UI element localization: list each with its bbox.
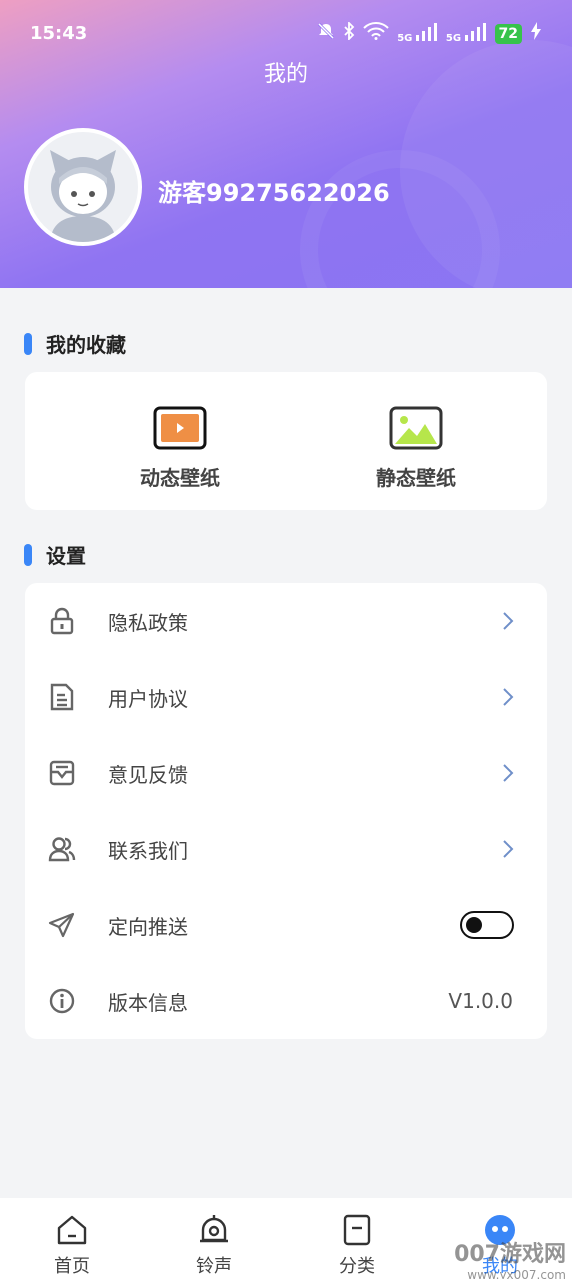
nav-label-ringtones: 铃声	[196, 1256, 232, 1277]
signal-label-1: 5G	[397, 33, 413, 44]
static-wallpaper-button[interactable]: 静态壁纸	[316, 406, 516, 491]
avatar-illustration	[28, 132, 138, 242]
wifi-icon	[363, 22, 389, 45]
users-icon	[47, 834, 77, 864]
settings-item-version: 版本信息 V1.0.0	[25, 963, 547, 1039]
chevron-right-icon	[501, 686, 515, 708]
signal-icon-2: 5G	[446, 23, 487, 44]
static-wallpaper-label: 静态壁纸	[376, 466, 456, 490]
category-icon	[343, 1214, 371, 1246]
document-icon	[47, 682, 77, 712]
settings-item-label: 意见反馈	[108, 762, 188, 787]
live-wallpaper-label: 动态壁纸	[140, 466, 220, 490]
settings-item-label: 隐私政策	[108, 610, 188, 635]
section-accent-bar	[24, 332, 32, 355]
bluetooth-icon	[343, 20, 355, 45]
nav-item-category[interactable]: 分类	[307, 1212, 407, 1278]
watermark: 007游戏网 www.yx007.com	[454, 1236, 566, 1279]
version-value: V1.0.0	[448, 989, 513, 1013]
nav-label-home: 首页	[54, 1256, 90, 1277]
mute-bell-icon	[317, 22, 335, 45]
settings-title-text: 设置	[46, 544, 86, 568]
section-accent-bar	[24, 543, 32, 566]
charging-icon	[530, 22, 542, 45]
nav-label-category: 分类	[339, 1256, 375, 1277]
settings-item-label: 版本信息	[108, 990, 188, 1015]
lock-icon	[47, 606, 77, 636]
settings-item-label: 联系我们	[108, 838, 188, 863]
image-icon	[389, 406, 443, 450]
settings-item-label: 定向推送	[108, 914, 188, 939]
favorites-title-text: 我的收藏	[46, 333, 126, 357]
avatar[interactable]	[24, 128, 142, 246]
settings-section-title: 设置	[24, 540, 86, 569]
favorites-section-title: 我的收藏	[24, 329, 126, 358]
status-icons: 5G 5G 72	[317, 20, 542, 45]
inbox-icon	[47, 758, 77, 788]
nav-item-ringtones[interactable]: 铃声	[164, 1212, 264, 1278]
targeted-push-toggle[interactable]	[460, 911, 514, 939]
send-icon	[47, 910, 77, 940]
watermark-sub: www.yx007.com	[467, 1268, 566, 1279]
settings-item-targeted-push: 定向推送	[25, 887, 547, 963]
favorites-card: 动态壁纸 静态壁纸	[25, 372, 547, 510]
chevron-right-icon	[501, 838, 515, 860]
chevron-right-icon	[501, 610, 515, 632]
signal-icon-1: 5G	[397, 23, 438, 44]
live-wallpaper-button[interactable]: 动态壁纸	[80, 406, 280, 491]
watermark-main: 007游戏网	[454, 1242, 566, 1267]
status-time: 15:43	[30, 23, 88, 44]
nav-item-home[interactable]: 首页	[22, 1212, 122, 1278]
signal-label-2: 5G	[445, 33, 462, 44]
settings-item-contact[interactable]: 联系我们	[25, 811, 547, 887]
chevron-right-icon	[501, 762, 515, 784]
settings-item-label: 用户协议	[108, 686, 188, 711]
battery-icon: 72	[494, 23, 522, 44]
settings-item-user-agreement[interactable]: 用户协议	[25, 659, 547, 735]
settings-item-privacy[interactable]: 隐私政策	[25, 583, 547, 659]
settings-card: 隐私政策 用户协议 意见反馈 联系我们 定向推送 版本信息 V1.0.0	[25, 583, 547, 1039]
video-icon	[153, 406, 207, 450]
toggle-knob	[466, 917, 482, 933]
home-icon	[57, 1215, 87, 1245]
settings-item-feedback[interactable]: 意见反馈	[25, 735, 547, 811]
username: 游客99275622026	[158, 179, 390, 207]
bell-icon	[200, 1215, 228, 1243]
page-title: 我的	[263, 62, 308, 87]
info-icon	[47, 986, 77, 1016]
